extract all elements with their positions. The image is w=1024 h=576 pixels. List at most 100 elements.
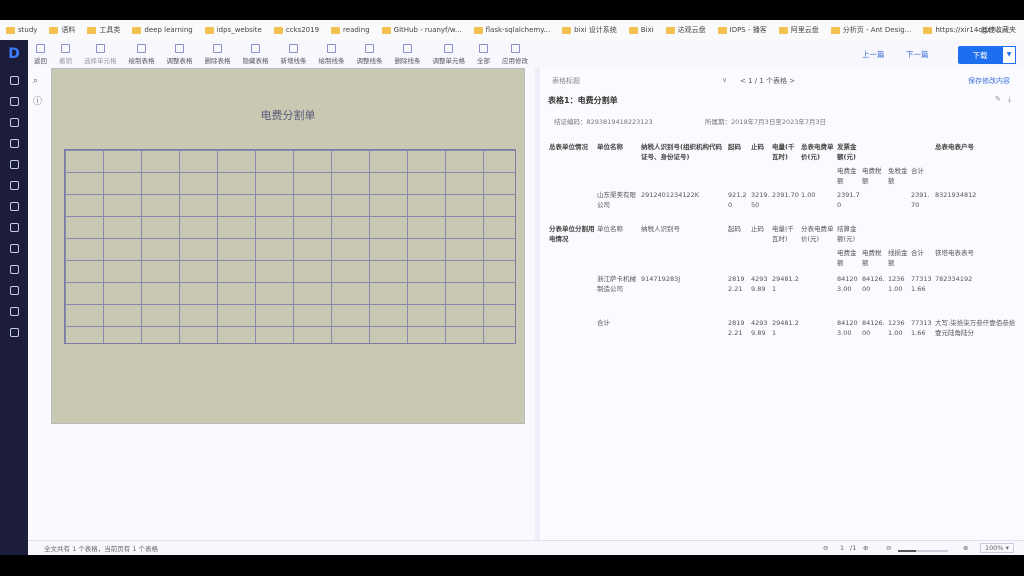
table-pager[interactable]: < 1 / 1 个表格 >: [740, 76, 795, 86]
table-cell[interactable]: [727, 164, 750, 188]
table-cell[interactable]: [934, 222, 1018, 246]
toolbar-button[interactable]: 绘制表格: [129, 43, 155, 65]
toolbar-button[interactable]: 选择单元格: [84, 43, 117, 65]
table-cell[interactable]: 起码: [727, 140, 750, 164]
table-cell[interactable]: [934, 164, 1018, 188]
bookmark-item[interactable]: flask-sqlalchemy...: [473, 26, 550, 34]
table-cell[interactable]: 分表电费单价(元): [800, 222, 836, 246]
table-cell[interactable]: [750, 164, 771, 188]
table-cell[interactable]: [640, 246, 727, 272]
table-cell[interactable]: [548, 246, 596, 272]
table-cell[interactable]: 单位名称: [596, 140, 640, 164]
toolbar-button[interactable]: 应用修改: [502, 43, 528, 65]
bookmark-item[interactable]: 达观云盘: [665, 25, 706, 35]
table-cell[interactable]: 773131.66: [910, 316, 934, 340]
document-icon[interactable]: [9, 244, 19, 253]
table-cell[interactable]: 单位名称: [596, 222, 640, 246]
table-cell[interactable]: 免税金额: [887, 164, 910, 188]
table-cell[interactable]: 止码: [750, 140, 771, 164]
settings-icon[interactable]: [9, 307, 19, 316]
table-cell[interactable]: 电费金额: [836, 246, 861, 272]
table-cell[interactable]: 2391.70: [910, 188, 934, 222]
document-icon[interactable]: [9, 97, 19, 106]
toolbar-button[interactable]: 隐藏表格: [243, 43, 269, 65]
export-icon[interactable]: ⤓: [1008, 95, 1011, 104]
bookmark-item[interactable]: deep learning: [132, 26, 193, 34]
document-icon[interactable]: [9, 328, 19, 337]
table-cell[interactable]: 8321934812: [934, 188, 1018, 222]
table-cell[interactable]: 合计: [910, 246, 934, 272]
table-cell[interactable]: 线损金额: [887, 246, 910, 272]
table-cell[interactable]: 28192.21: [727, 316, 750, 340]
edit-icon[interactable]: [9, 265, 19, 274]
document-icon[interactable]: [9, 202, 19, 211]
table-cell[interactable]: [596, 246, 640, 272]
table-cell[interactable]: 841203.00: [836, 272, 861, 316]
toolbar-button[interactable]: 调整线条: [357, 43, 383, 65]
table-cell[interactable]: 纳税人识别号(组织机构代码证号、身份证号): [640, 140, 727, 164]
prev-doc-button[interactable]: 上一篇: [862, 49, 885, 60]
table-cell[interactable]: [596, 164, 640, 188]
bookmark-item[interactable]: GitHub - ruanyf/w...: [381, 26, 462, 34]
table-cell[interactable]: 止码: [750, 222, 771, 246]
table-cell[interactable]: 2391.70: [836, 188, 861, 222]
table-cell[interactable]: [640, 316, 727, 340]
chevron-down-icon[interactable]: ▼: [1002, 46, 1016, 64]
table-cell[interactable]: [887, 222, 910, 246]
toolbar-button[interactable]: 删除线条: [395, 43, 421, 65]
table-cell[interactable]: 1.00: [800, 188, 836, 222]
table-cell[interactable]: 28192.21: [727, 272, 750, 316]
zoom-out-icon[interactable]: ⊖: [823, 544, 828, 552]
table-cell[interactable]: 782334192: [934, 272, 1018, 316]
table-cell[interactable]: [771, 246, 800, 272]
toolbar-button[interactable]: 返回: [34, 43, 47, 65]
table-cell[interactable]: 总表电表户号: [934, 140, 1018, 164]
document-icon[interactable]: [9, 160, 19, 169]
table-cell[interactable]: [640, 164, 727, 188]
bookmark-item[interactable]: 语料: [49, 25, 75, 35]
table-cell[interactable]: 浙江萨卡机械制造公司: [596, 272, 640, 316]
table-cell[interactable]: 电费税额: [861, 246, 887, 272]
table-cell[interactable]: [861, 188, 887, 222]
table-cell[interactable]: [887, 188, 910, 222]
table-cell[interactable]: [548, 188, 596, 222]
table-cell[interactable]: 42939.89: [750, 316, 771, 340]
table-cell[interactable]: 12361.00: [887, 272, 910, 316]
download-button[interactable]: 下载 ▼: [958, 46, 1016, 64]
table-cell[interactable]: 841203.00: [836, 316, 861, 340]
table-cell[interactable]: 发票金额(元): [836, 140, 861, 164]
table-cell[interactable]: [548, 164, 596, 188]
table-cell[interactable]: 合计: [910, 164, 934, 188]
bookmark-item[interactable]: 阿里云盘: [778, 25, 819, 35]
page-next-icon[interactable]: ⊕: [863, 544, 868, 552]
bookmark-item[interactable]: 工具类: [87, 25, 120, 35]
chevron-down-icon[interactable]: ∨: [722, 76, 727, 84]
search-icon[interactable]: ⌕: [33, 76, 42, 86]
table-cell[interactable]: 电费税额: [861, 164, 887, 188]
toolbar-button[interactable]: 撤销: [59, 43, 72, 65]
table-cell[interactable]: 电量(千瓦时): [771, 222, 800, 246]
table-cell[interactable]: 921.20: [727, 188, 750, 222]
toolbar-button[interactable]: 调整单元格: [433, 43, 465, 65]
toolbar-button[interactable]: 删除表格: [205, 43, 231, 65]
table-cell[interactable]: 914719283J: [640, 272, 727, 316]
bookmark-item[interactable]: ccks2019: [273, 26, 319, 34]
bookmark-item[interactable]: reading: [331, 26, 370, 34]
table-icon[interactable]: [9, 139, 19, 148]
table-cell[interactable]: 29481.21: [771, 272, 800, 316]
table-cell[interactable]: 总表单位情况: [548, 140, 596, 164]
edit-icon[interactable]: ✎: [995, 95, 1001, 103]
other-bookmarks[interactable]: 其他收藏夹: [981, 25, 1016, 35]
table-cell[interactable]: 纳税人识别号: [640, 222, 727, 246]
table-cell[interactable]: [910, 140, 934, 164]
table-cell[interactable]: [800, 246, 836, 272]
document-icon[interactable]: [9, 223, 19, 232]
table-cell[interactable]: 铁塔电表表号: [934, 246, 1018, 272]
toolbar-button[interactable]: 调整表格: [167, 43, 193, 65]
grid-icon[interactable]: [9, 76, 19, 85]
table-cell[interactable]: 大写:柒拾柒万叁仟壹佰叁拾壹元陆角陆分: [934, 316, 1018, 340]
zoom-select[interactable]: 100% ▾: [980, 543, 1014, 553]
table-cell[interactable]: 3219.50: [750, 188, 771, 222]
table-cell[interactable]: [861, 222, 887, 246]
table-cell[interactable]: 起码: [727, 222, 750, 246]
